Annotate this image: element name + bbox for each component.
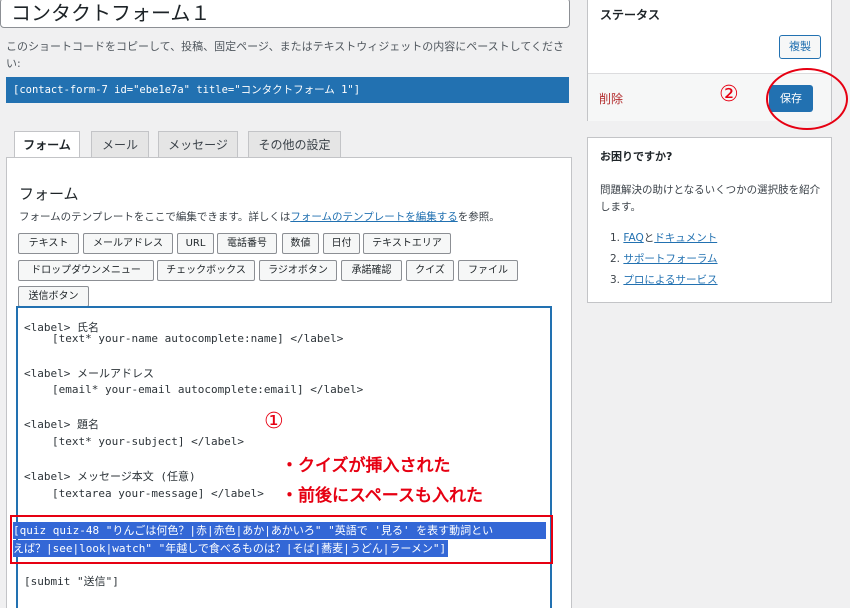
tag-button-email[interactable]: メールアドレス: [83, 233, 173, 254]
help-title: お困りですか?: [600, 150, 673, 163]
tab-mail[interactable]: メール: [91, 131, 149, 158]
help-box: お困りですか? 問題解決の助けとなるいくつかの選択肢を紹介します。 1. FAQ…: [587, 137, 832, 303]
annotation-note-1: ・クイズが挿入された: [281, 456, 451, 476]
panel-title: フォーム: [19, 185, 79, 203]
tab-additional-settings[interactable]: その他の設定: [248, 131, 341, 158]
tag-button-dropdown[interactable]: ドロップダウンメニュー: [18, 260, 154, 281]
pro-services-link[interactable]: プロによるサービス: [623, 274, 717, 286]
quiz-code-line: [quiz quiz-48 "りんごは何色？|赤|赤色|あか|あかいろ" "英語…: [13, 522, 546, 539]
tag-button-url[interactable]: URL: [177, 233, 214, 254]
tag-button-number[interactable]: 数値: [282, 233, 319, 254]
tag-button-submit[interactable]: 送信ボタン: [18, 286, 89, 307]
tag-button-file[interactable]: ファイル: [458, 260, 518, 281]
tag-button-text[interactable]: テキスト: [18, 233, 79, 254]
code-line: <label> 題名: [24, 418, 99, 431]
tag-button-quiz[interactable]: クイズ: [406, 260, 454, 281]
code-line: <label> メッセージ本文 (任意): [24, 470, 196, 483]
quiz-code-line: えば？|see|look|watch" "年越しで食べるものは？|そば|蕎麦|う…: [13, 540, 449, 557]
status-title: ステータス: [600, 8, 661, 22]
code-line: <label> メールアドレス: [24, 367, 154, 380]
shortcode-description: このショートコードをコピーして、投稿、固定ページ、またはテキストウィジェットの内…: [6, 40, 565, 70]
code-line: [text* your-subject] </label>: [52, 435, 245, 448]
tag-button-tel[interactable]: 電話番号: [217, 233, 277, 254]
list-item: 1. FAQとドキュメント: [610, 228, 718, 249]
code-line: [textarea your-message] </label>: [52, 487, 264, 500]
tag-button-radio[interactable]: ラジオボタン: [259, 260, 337, 281]
list-number: 1.: [610, 232, 621, 244]
tab-messages[interactable]: メッセージ: [158, 131, 238, 158]
panel-desc-prefix: フォームのテンプレートをここで編集できます。詳しくは: [19, 211, 291, 223]
shortcode-box[interactable]: [contact-form-7 id="ebe1e7a" title="コンタク…: [6, 77, 569, 103]
list-number: 2.: [610, 253, 621, 265]
tag-button-date[interactable]: 日付: [323, 233, 360, 254]
support-forum-link[interactable]: サポートフォーラム: [623, 253, 717, 265]
annotation-marker-1: ①: [264, 409, 284, 434]
help-list: 1. FAQとドキュメント 2. サポートフォーラム 3. プロによるサービス: [610, 228, 718, 291]
annotation-note-2: ・前後にスペースも入れた: [281, 486, 483, 506]
tag-button-checkbox[interactable]: チェックボックス: [157, 260, 255, 281]
tab-form[interactable]: フォーム: [14, 131, 80, 159]
panel-desc-suffix: を参照。: [457, 211, 500, 223]
save-highlight-ring: [766, 68, 848, 130]
help-description: 問題解決の助けとなるいくつかの選択肢を紹介します。: [600, 184, 821, 213]
code-line: [email* your-email autocomplete:email] <…: [52, 383, 364, 396]
faq-link[interactable]: FAQ: [623, 232, 643, 244]
code-line: [submit "送信"]: [24, 575, 119, 588]
form-title-input[interactable]: コンタクトフォーム１: [0, 0, 570, 28]
docs-link[interactable]: ドキュメント: [654, 232, 717, 244]
tag-button-acceptance[interactable]: 承諾確認: [341, 260, 402, 281]
annotation-marker-2: ②: [719, 82, 739, 107]
list-connector: と: [643, 232, 655, 244]
list-number: 3.: [610, 274, 621, 286]
code-line: [text* your-name autocomplete:name] </la…: [52, 332, 344, 345]
list-item: 2. サポートフォーラム: [610, 249, 718, 270]
edit-template-link[interactable]: フォームのテンプレートを編集する: [290, 211, 457, 223]
duplicate-button[interactable]: 複製: [779, 35, 821, 59]
tag-button-textarea[interactable]: テキストエリア: [363, 233, 451, 254]
delete-link[interactable]: 削除: [599, 90, 623, 107]
panel-description: フォームのテンプレートをここで編集できます。詳しくはフォームのテンプレートを編集…: [19, 209, 500, 224]
list-item: 3. プロによるサービス: [610, 270, 718, 291]
